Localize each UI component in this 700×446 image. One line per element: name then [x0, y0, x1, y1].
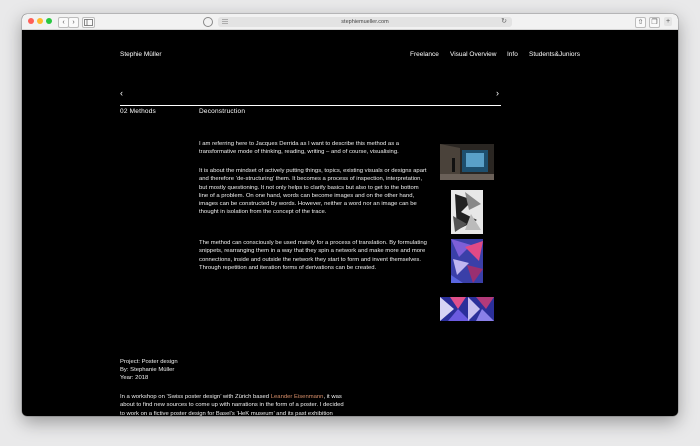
body-paragraph: It is about the mindset of actively putt… [199, 168, 427, 216]
project-year: Year: 2018 [120, 375, 149, 381]
gallery-thumbnail[interactable] [440, 144, 494, 180]
site-brand[interactable]: Stephie Müller [120, 51, 162, 58]
section-number: 02 Methods [120, 108, 156, 115]
reload-icon[interactable]: ↻ [501, 17, 507, 27]
nav-visual-overview[interactable]: Visual Overview [450, 51, 496, 58]
url-text: stephiemueller.com [341, 18, 389, 25]
project-description: In a workshop on ‘Swiss poster design’ w… [120, 393, 346, 416]
address-bar[interactable]: stephiemueller.com ↻ [218, 16, 512, 27]
browser-window: ‹ › stephiemueller.com ↻ ⇧ ❐ + Stephie M… [22, 14, 678, 416]
tabs-overview-icon[interactable]: ❐ [649, 17, 660, 28]
sidebar-toggle-icon[interactable] [82, 17, 95, 28]
new-tab-button[interactable]: + [664, 17, 672, 26]
gallery-thumbnail[interactable] [440, 297, 494, 321]
body-paragraph: The method can consciously be used mainl… [199, 240, 427, 271]
close-window-button[interactable] [28, 18, 34, 24]
web-page: Stephie Müller Freelance Visual Overview… [22, 30, 678, 416]
gallery-thumbnail[interactable] [451, 239, 483, 283]
privacy-shield-icon[interactable] [203, 17, 213, 27]
zoom-window-button[interactable] [46, 18, 52, 24]
next-arrow-icon[interactable]: › [496, 88, 499, 98]
gallery-thumbnail[interactable] [451, 190, 483, 234]
designer-link[interactable]: Leander Eisenmann [271, 394, 324, 400]
body-paragraph: I am referring here to Jacques Derrida a… [199, 141, 400, 156]
divider [120, 105, 501, 106]
description-text: In a workshop on ‘Swiss poster design’ w… [120, 394, 271, 400]
prev-arrow-icon[interactable]: ‹ [120, 88, 123, 98]
browser-toolbar: ‹ › stephiemueller.com ↻ ⇧ ❐ + [22, 14, 678, 30]
nav-info[interactable]: Info [507, 51, 518, 58]
nav-students-juniors[interactable]: Students&Juniors [529, 51, 580, 58]
nav-freelance[interactable]: Freelance [410, 51, 439, 58]
forward-button[interactable]: › [68, 17, 79, 28]
section-title: Deconstruction [199, 108, 246, 115]
minimize-window-button[interactable] [37, 18, 43, 24]
share-icon[interactable]: ⇧ [635, 17, 646, 28]
